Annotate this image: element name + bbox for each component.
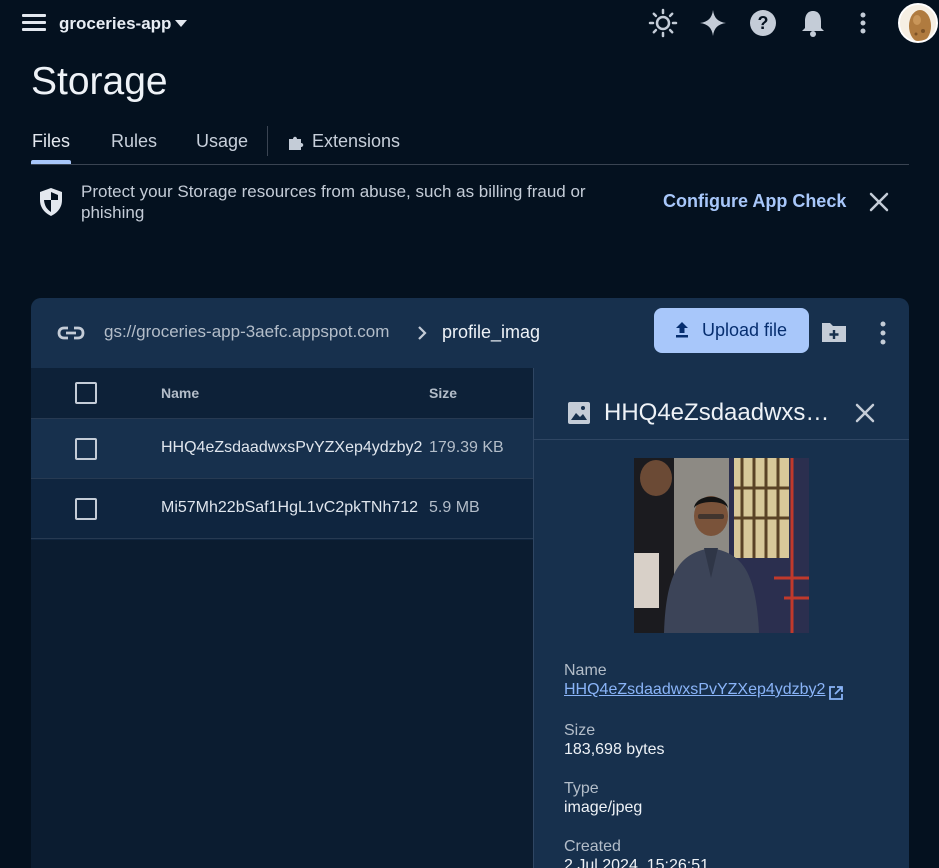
upload-file-label: Upload file [702, 320, 788, 340]
current-folder: profile_imag [442, 322, 541, 342]
file-size: 179.39 KB [429, 439, 504, 456]
detail-title: HHQ4eZsdaadwxsPvYZXep4ydzby2 [604, 399, 844, 426]
extensions-icon [289, 136, 304, 150]
chevron-down-icon[interactable] [175, 20, 187, 27]
link-icon[interactable] [57, 320, 85, 346]
tab-files[interactable]: Files [32, 131, 70, 152]
shield-icon [40, 188, 62, 216]
active-tab-indicator [31, 160, 71, 164]
file-detail-panel: HHQ4eZsdaadwxsPvYZXep4ydzby2 Name HHQ [533, 368, 909, 868]
table-row[interactable]: Mi57Mh22bSaf1HgL1vC2pkTNh712 5.9 MB [31, 479, 533, 539]
size-value: 183,698 bytes [564, 741, 665, 758]
tab-bar: Files Rules Usage Extensions [31, 122, 909, 165]
file-size: 5.9 MB [429, 499, 480, 516]
created-value: 2 Jul 2024, 15:26:51 [564, 857, 710, 868]
project-selector[interactable]: groceries-app [59, 14, 171, 34]
create-folder-icon[interactable] [820, 320, 848, 344]
type-value: image/jpeg [564, 799, 643, 816]
select-all-checkbox[interactable] [75, 382, 97, 404]
column-header-size[interactable]: Size [429, 385, 457, 401]
menu-icon[interactable] [22, 14, 46, 32]
svg-text:?: ? [758, 13, 769, 33]
tab-usage[interactable]: Usage [196, 131, 248, 152]
more-vert-icon[interactable] [877, 320, 889, 346]
bucket-path[interactable]: gs://groceries-app-3aefc.appspot.com [104, 322, 389, 342]
detail-header: HHQ4eZsdaadwxsPvYZXep4ydzby2 [534, 368, 909, 440]
row-checkbox[interactable] [75, 438, 97, 460]
table-row[interactable]: HHQ4eZsdaadwxsPvYZXep4ydzby2 179.39 KB [31, 419, 533, 479]
tab-rules[interactable]: Rules [111, 131, 157, 152]
notifications-icon[interactable] [798, 8, 828, 38]
more-vert-icon[interactable] [848, 8, 878, 38]
file-name-link[interactable]: HHQ4eZsdaadwxsPvYZXep4ydzby2 [564, 681, 825, 699]
page-title: Storage [31, 60, 168, 103]
upload-file-button[interactable]: Upload file [654, 308, 809, 353]
close-icon[interactable] [853, 401, 877, 425]
help-icon[interactable]: ? [748, 8, 778, 38]
column-header-name[interactable]: Name [161, 385, 199, 401]
storage-browser: gs://groceries-app-3aefc.appspot.com pro… [31, 298, 909, 868]
sparkle-icon[interactable] [698, 8, 728, 38]
tab-divider [267, 126, 268, 156]
row-checkbox[interactable] [75, 498, 97, 520]
open-in-new-icon[interactable] [828, 685, 844, 701]
type-label: Type [564, 780, 599, 797]
tab-extensions[interactable]: Extensions [312, 131, 400, 152]
chevron-right-icon [418, 326, 427, 340]
size-label: Size [564, 722, 596, 739]
image-icon [568, 402, 590, 424]
table-header-row: Name Size [31, 368, 533, 419]
browser-toolbar: gs://groceries-app-3aefc.appspot.com pro… [31, 298, 909, 368]
top-app-bar: groceries-app ? [0, 0, 939, 48]
file-table: Name Size HHQ4eZsdaadwxsPvYZXep4ydzby2 1… [31, 368, 533, 540]
name-label: Name [564, 662, 607, 679]
upload-icon [676, 322, 688, 338]
avatar[interactable] [898, 3, 938, 43]
app-check-banner-text: Protect your Storage resources from abus… [81, 182, 586, 222]
image-preview[interactable] [634, 458, 809, 633]
brightness-icon[interactable] [648, 8, 678, 38]
file-name[interactable]: HHQ4eZsdaadwxsPvYZXep4ydzby2 [161, 439, 423, 457]
configure-app-check-button[interactable]: Configure App Check [663, 191, 846, 212]
file-name[interactable]: Mi57Mh22bSaf1HgL1vC2pkTNh712 [161, 499, 423, 517]
created-label: Created [564, 838, 621, 855]
close-icon[interactable] [867, 190, 891, 214]
